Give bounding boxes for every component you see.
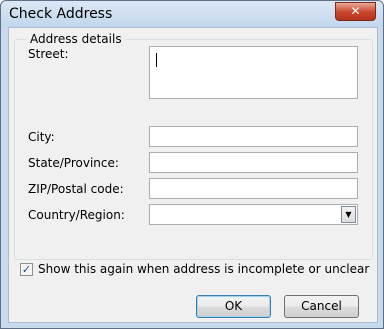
chevron-down-icon: ▼ — [345, 210, 352, 219]
close-button[interactable]: ✕ — [335, 2, 376, 21]
close-icon: ✕ — [350, 4, 361, 18]
dialog-title: Check Address — [9, 6, 113, 22]
title-bar[interactable]: Check Address ✕ — [1, 1, 383, 27]
country-select[interactable]: ▼ — [149, 204, 358, 225]
show-again-checkbox[interactable]: ✓ — [20, 263, 33, 276]
dialog-body: Address details Street: City: State/Prov… — [8, 27, 378, 323]
zip-label: ZIP/Postal code: — [28, 182, 124, 196]
ok-button[interactable]: OK — [196, 295, 271, 318]
country-label: Country/Region: — [28, 208, 125, 222]
address-details-group: Address details Street: City: State/Prov… — [14, 32, 373, 260]
text-caret — [156, 53, 157, 67]
show-again-label[interactable]: Show this again when address is incomple… — [38, 262, 369, 276]
state-input[interactable] — [149, 152, 358, 173]
street-label: Street: — [28, 47, 69, 61]
dropdown-button[interactable]: ▼ — [341, 206, 356, 223]
state-label: State/Province: — [28, 156, 119, 170]
checkmark-icon: ✓ — [21, 263, 32, 276]
city-input[interactable] — [149, 126, 358, 147]
check-address-dialog: Check Address ✕ Address details Street: … — [0, 0, 384, 329]
city-label: City: — [28, 130, 55, 144]
cancel-button[interactable]: Cancel — [284, 295, 359, 318]
street-input[interactable] — [149, 46, 358, 99]
group-label: Address details — [26, 32, 126, 46]
zip-input[interactable] — [149, 178, 358, 199]
